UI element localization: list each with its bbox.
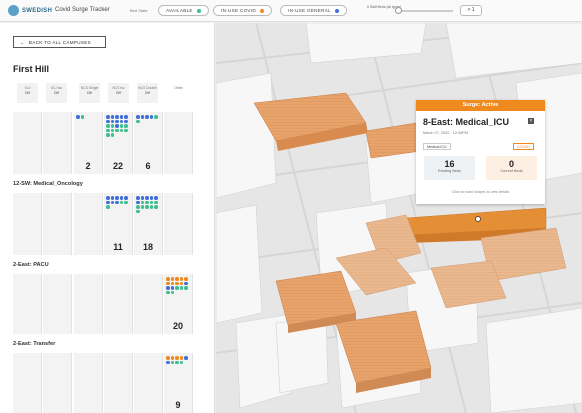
bed-dots [136,115,161,123]
bed-cell[interactable] [104,353,133,413]
slider-handle[interactable] [395,7,402,14]
unit-label[interactable]: 12-SW: Medical_Oncology [13,181,83,187]
bed-dots [106,115,131,137]
bed-count: 20 [172,321,183,331]
logo: SWEDISH [8,5,52,16]
bed-cell[interactable]: 20 [164,274,193,334]
filter-in-use-general[interactable]: IN-USE GENERAL [280,5,347,16]
bed-count: 6 [145,161,151,171]
bed-dots [166,356,191,364]
campus-title: First Hill [13,64,50,74]
bed-state-label: Bed State [130,8,148,13]
existing-beds-stat: 16 Existing Beds [424,156,475,180]
bed-cell[interactable] [74,353,103,413]
column-header-ncs-iso[interactable]: NCS Iso Diff [108,83,129,103]
bed-cell[interactable] [13,274,42,334]
back-button-label: BACK TO ALL CAMPUSES [28,39,91,45]
bed-cell[interactable]: 11 [104,193,133,255]
bed-cell[interactable] [13,112,42,174]
top-bar: SWEDISH Covid Surge Tracker Bed State AV… [0,0,582,22]
campus-panel: ← BACK TO ALL CAMPUSES First Hill ICU Dif… [0,23,215,413]
logo-text: SWEDISH [22,7,53,14]
bed-count: 2 [85,161,91,171]
current-beds-count: 0 [508,159,514,169]
bed-dots [106,196,131,209]
bed-cell[interactable] [43,353,72,413]
bed-cell[interactable] [164,193,193,255]
arrow-left-icon: ← [20,39,25,45]
bed-cell[interactable] [13,193,42,255]
unit-type-tag: Medical ICU [423,143,451,150]
bed-cell[interactable] [74,274,103,334]
existing-beds-count: 16 [444,159,455,169]
close-icon[interactable]: × [528,118,534,124]
column-header-other[interactable]: Other [168,83,189,103]
bed-dots [166,277,191,294]
cursor-icon [475,216,481,222]
bed-count: 9 [175,400,181,410]
slider-value[interactable]: > 1 [460,5,482,16]
column-header-icu[interactable]: ICU Diff [17,83,38,103]
campus-3d-map[interactable] [216,23,582,413]
ward-detail-popup[interactable]: Surge: Active 8-East: Medical_ICU × Marc… [416,100,545,204]
filter-general-label: IN-USE GENERAL [288,8,331,13]
logo-icon [8,5,19,16]
bed-count: 11 [113,242,123,252]
bed-dots [76,115,101,119]
bed-cell[interactable]: 18 [134,193,163,255]
bed-count: 18 [142,242,153,252]
column-header-ncs-single[interactable]: NCS Single Diff [79,83,100,103]
unit-label[interactable]: 2-East: Transfer [13,341,55,347]
bed-dots [136,196,161,213]
bed-cell[interactable] [104,274,133,334]
bed-cell[interactable] [43,193,72,255]
bed-cell[interactable]: 9 [164,353,193,413]
filter-available-label: AVAILABLE [166,8,193,13]
bed-cell[interactable] [13,353,42,413]
column-header-ncs-double[interactable]: NCS Double Diff [137,83,158,103]
unit-label[interactable]: 2-East: PACU [13,262,49,268]
bed-cell[interactable] [74,193,103,255]
staff-beds-slider[interactable] [398,10,453,12]
bed-cell[interactable]: 6 [134,112,163,174]
bed-cell[interactable]: 2 [74,112,103,174]
general-dot-icon [335,8,339,13]
covid-tag: COVID+ [513,143,535,150]
bed-cell[interactable] [134,353,163,413]
column-header-icu-iso[interactable]: ICU Iso Diff [46,83,67,103]
existing-beds-label: Existing Beds [437,169,461,173]
bed-cell[interactable] [43,274,72,334]
filter-in-use-covid[interactable]: IN-USE COVID [213,5,272,16]
bed-count: 22 [112,161,123,171]
bed-cell[interactable]: 22 [104,112,133,174]
bed-cell[interactable] [43,112,72,174]
popup-hint: Click on ward shapes to view details [451,190,510,194]
ward-timestamp: March 27, 2020 · 12:34PM [423,131,468,135]
filter-available[interactable]: AVAILABLE [158,5,209,16]
ward-title: 8-East: Medical_ICU [423,117,510,127]
bed-cell[interactable] [164,112,193,174]
covid-dot-icon [260,8,264,13]
filter-covid-label: IN-USE COVID [221,8,256,13]
app-title: Covid Surge Tracker [55,7,110,13]
available-dot-icon [196,8,201,13]
back-to-campuses-button[interactable]: ← BACK TO ALL CAMPUSES [13,36,106,48]
current-beds-stat: 0 Current Beds [486,156,537,180]
current-beds-label: Current Beds [500,169,523,173]
bed-cell[interactable] [134,274,163,334]
surge-status-banner: Surge: Active [416,100,545,111]
map-canvas[interactable] [216,23,582,413]
